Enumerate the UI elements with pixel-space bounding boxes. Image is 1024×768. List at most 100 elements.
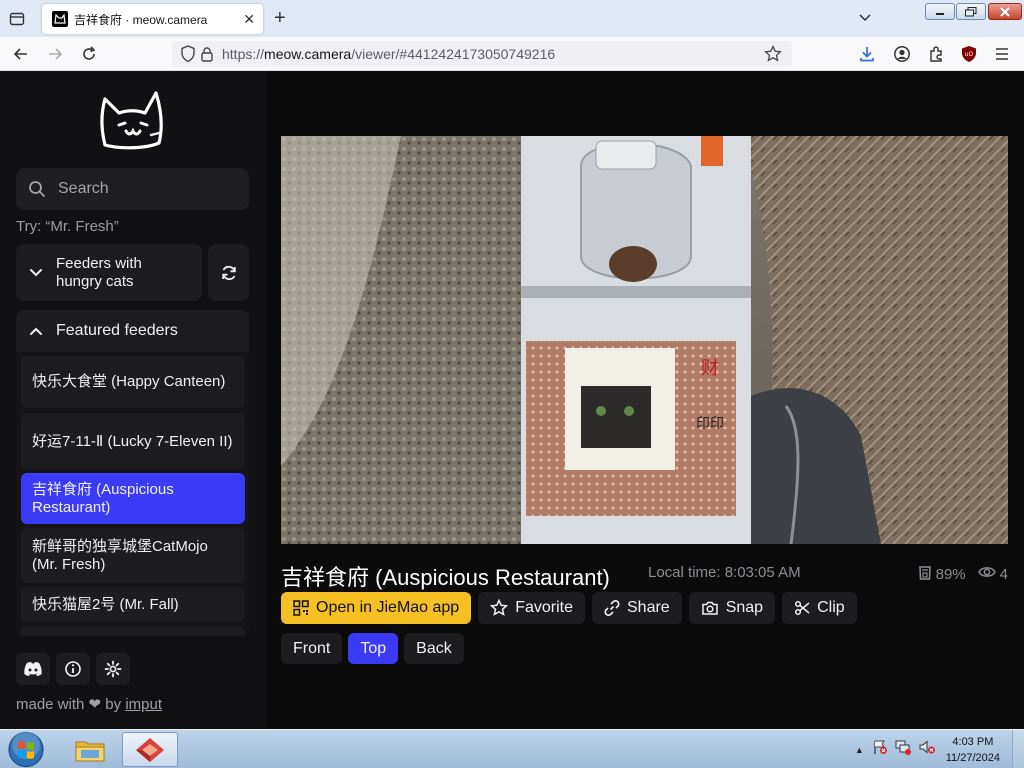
- camera-icon: [701, 601, 718, 615]
- system-tray: ▲ 4:03 PM 11/27/2024: [855, 730, 1024, 768]
- forward-arrow-icon[interactable]: [44, 44, 66, 64]
- window-minimize-button[interactable]: [925, 3, 955, 20]
- hungry-feeders-toggle[interactable]: Feeders with hungry cats: [16, 244, 202, 301]
- action-center-flag-icon[interactable]: [872, 739, 888, 760]
- feeder-item-cut-off[interactable]: [21, 626, 245, 636]
- open-in-app-button[interactable]: Open in JieMao app: [281, 592, 472, 624]
- feeder-item-mr-fresh[interactable]: 新鲜哥的独享城堡CatMojo (Mr. Fresh): [21, 528, 245, 583]
- taskbar-clock[interactable]: 4:03 PM 11/27/2024: [946, 734, 1000, 766]
- view-front-button[interactable]: Front: [281, 633, 343, 664]
- feeder-item-lucky-7-eleven[interactable]: 好运7-11-Ⅱ (Lucky 7-Eleven II): [21, 413, 245, 469]
- bookmark-star-icon[interactable]: [764, 44, 782, 68]
- author-link[interactable]: imput: [125, 696, 162, 713]
- refresh-icon: [221, 265, 236, 280]
- account-icon[interactable]: [891, 44, 913, 64]
- feeder-label: 吉祥食府 (Auspicious Restaurant): [32, 480, 174, 516]
- by-text: by: [105, 696, 122, 713]
- camera-stream[interactable]: 财 印印: [281, 136, 1008, 544]
- taskbar-firefox[interactable]: [122, 732, 178, 767]
- scissors-icon: [795, 600, 810, 616]
- feeder-label: 快乐大食堂 (Happy Canteen): [32, 373, 226, 390]
- new-tab-icon[interactable]: +: [274, 7, 286, 29]
- clip-button[interactable]: Clip: [782, 592, 857, 624]
- tab-close-icon[interactable]: ✕: [243, 11, 255, 27]
- windows-taskbar: ▲ 4:03 PM 11/27/2024: [0, 729, 1024, 768]
- reload-icon[interactable]: [78, 44, 100, 64]
- windows-logo-icon: [8, 731, 44, 768]
- downloads-icon[interactable]: [856, 44, 878, 64]
- viewer-actions: Open in JieMao app Favorite Share Snap C…: [281, 592, 857, 624]
- chevron-down-icon: [16, 268, 56, 278]
- share-button[interactable]: Share: [592, 592, 682, 624]
- heart-icon: ❤: [88, 696, 102, 713]
- meow-camera-favicon-icon: [52, 11, 68, 27]
- extensions-icon[interactable]: [925, 44, 947, 64]
- clip-label: Clip: [817, 599, 845, 616]
- favorite-label: Favorite: [515, 599, 573, 616]
- featured-feeders-label: Featured feeders: [56, 322, 178, 339]
- app-menu-icon[interactable]: [991, 44, 1013, 64]
- taskbar-explorer[interactable]: [62, 732, 118, 767]
- camera-view-selector: Front Top Back: [281, 633, 464, 664]
- volume-muted-icon[interactable]: [918, 739, 936, 760]
- tracking-protection-shield-icon[interactable]: [180, 45, 196, 68]
- address-bar[interactable]: https://meow.camera/viewer/#441242417305…: [172, 41, 792, 67]
- viewer-count: 4: [999, 565, 1008, 583]
- feeder-item-auspicious-restaurant[interactable]: 吉祥食府 (Auspicious Restaurant): [21, 473, 245, 524]
- svg-text:财: 财: [701, 358, 719, 379]
- star-icon: [490, 599, 509, 616]
- network-icon[interactable]: [894, 739, 912, 760]
- show-desktop-button[interactable]: [1012, 730, 1024, 768]
- browser-tab-active[interactable]: 吉祥食府 · meow.camera ✕: [42, 4, 263, 34]
- search-placeholder: Search: [58, 180, 109, 197]
- search-input[interactable]: Search: [16, 168, 249, 210]
- sidebar-footer-buttons: [16, 653, 130, 685]
- sidebar: Search Try: “Mr. Fresh” Feeders with hun…: [0, 71, 266, 729]
- view-back-button[interactable]: Back: [404, 633, 464, 664]
- refresh-button[interactable]: [208, 244, 249, 301]
- food-level: 89%: [935, 565, 966, 583]
- svg-text:uO: uO: [965, 51, 974, 58]
- firefox-view-icon[interactable]: [6, 8, 28, 30]
- clock-time: 4:03 PM: [952, 735, 994, 748]
- discord-icon: [24, 662, 42, 676]
- featured-feeders-toggle[interactable]: Featured feeders: [16, 310, 249, 352]
- hungry-feeders-label: Feeders with hungry cats: [56, 254, 142, 290]
- camera-stats: 89% 4: [918, 564, 1008, 584]
- browser-app-icon: [136, 737, 164, 762]
- viewer-main: 财 印印 吉祥食府 (Auspicious Restaurant) Local …: [266, 71, 1024, 729]
- url-text[interactable]: https://meow.camera/viewer/#441242417305…: [222, 46, 555, 62]
- list-all-tabs-icon[interactable]: [858, 10, 872, 28]
- eye-icon: [977, 565, 996, 583]
- settings-button[interactable]: [96, 653, 130, 685]
- ublock-origin-icon[interactable]: uO: [958, 44, 980, 64]
- window-close-button[interactable]: [988, 3, 1022, 20]
- info-icon: [65, 661, 81, 677]
- window-restore-button[interactable]: [956, 3, 986, 20]
- tab-title: 吉祥食府 · meow.camera: [74, 12, 208, 27]
- discord-button[interactable]: [16, 653, 50, 685]
- camera-title: 吉祥食府 (Auspicious Restaurant): [281, 565, 610, 590]
- meow-camera-logo-icon[interactable]: [99, 89, 167, 151]
- feeder-item-mr-fall[interactable]: 快乐猫屋2号 (Mr. Fall): [21, 587, 245, 622]
- search-icon: [28, 180, 46, 198]
- camera-feed-image: 财 印印: [281, 136, 1008, 544]
- gear-icon: [104, 660, 122, 678]
- open-in-app-label: Open in JieMao app: [316, 599, 460, 616]
- svg-text:印印: 印印: [696, 416, 724, 432]
- start-button[interactable]: [6, 731, 46, 768]
- view-top-button[interactable]: Top: [348, 633, 399, 664]
- made-with-text: made with: [16, 696, 85, 713]
- share-label: Share: [627, 599, 670, 616]
- lock-icon[interactable]: [200, 46, 214, 67]
- snap-button[interactable]: Snap: [688, 592, 776, 624]
- clock-date: 11/27/2024: [945, 751, 1000, 764]
- feeder-item-happy-canteen[interactable]: 快乐大食堂 (Happy Canteen): [21, 356, 245, 408]
- tray-expand-icon[interactable]: ▲: [855, 745, 864, 755]
- made-with-credit: made with ❤ by imput: [16, 695, 162, 713]
- about-button[interactable]: [56, 653, 90, 685]
- favorite-button[interactable]: Favorite: [478, 592, 585, 624]
- back-arrow-icon[interactable]: [10, 44, 32, 64]
- browser-nav-bar: https://meow.camera/viewer/#441242417305…: [0, 37, 1024, 71]
- feeder-label: 新鲜哥的独享城堡CatMojo (Mr. Fresh): [32, 537, 208, 573]
